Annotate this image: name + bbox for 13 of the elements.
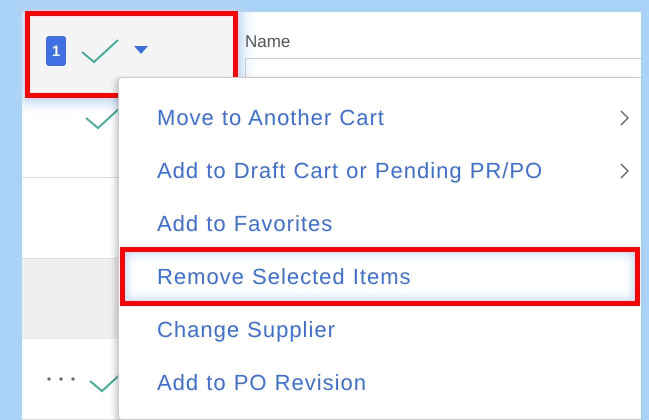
menu-item[interactable]: Add to Favorites: [119, 197, 641, 250]
chevron-right-icon: [620, 162, 629, 178]
menu-item[interactable]: Move to Another Cart: [119, 91, 641, 144]
caret-icon[interactable]: [134, 46, 148, 54]
column-header: Name: [245, 32, 292, 52]
menu-item[interactable]: Change Supplier: [119, 303, 641, 356]
chevron-right-icon: [620, 110, 629, 126]
count-badge: 1: [46, 36, 66, 66]
menu-item[interactable]: Add to Draft Cart or Pending PR/PO: [119, 144, 641, 197]
more-icon[interactable]: [46, 376, 76, 382]
check-icon[interactable]: [80, 38, 120, 64]
menu-item[interactable]: Remove Selected Items: [123, 250, 637, 303]
menu-item[interactable]: Add to PO Revision: [119, 356, 641, 409]
